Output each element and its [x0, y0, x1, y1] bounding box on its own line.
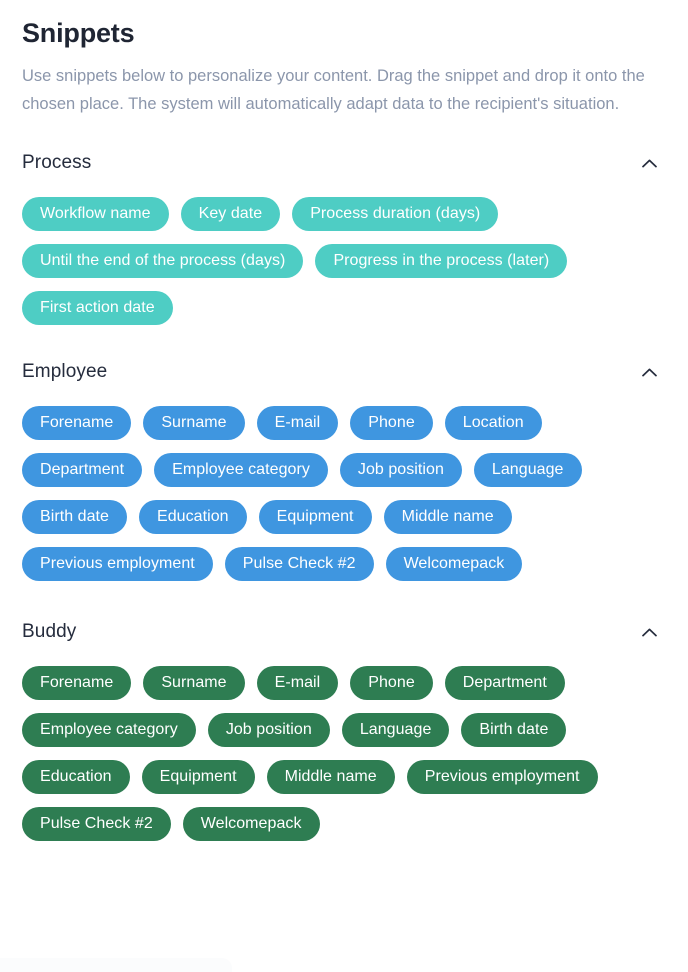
snippet-pill[interactable]: Language	[341, 713, 450, 747]
section-header-employee[interactable]: Employee	[22, 359, 666, 385]
snippet-pill[interactable]: Education	[22, 760, 130, 794]
snippet-pill[interactable]: Middle name	[266, 760, 395, 794]
snippet-list-employee: Forename Surname E-mail Phone Location D…	[22, 406, 666, 581]
snippet-section-process: Process Workflow name Key date Process d…	[22, 150, 666, 325]
snippet-section-buddy: Buddy Forename Surname E-mail Phone Depa…	[22, 619, 666, 841]
snippet-list-buddy: Forename Surname E-mail Phone Department…	[22, 666, 666, 841]
snippet-pill[interactable]: Middle name	[383, 500, 512, 534]
snippet-pill[interactable]: Education	[138, 500, 247, 534]
snippet-pill[interactable]: Phone	[350, 406, 433, 440]
snippet-pill[interactable]: Forename	[22, 406, 132, 440]
snippet-pill[interactable]: Pulse Check #2	[22, 807, 171, 841]
snippet-pill[interactable]: Birth date	[22, 500, 127, 534]
snippet-pill[interactable]: Equipment	[141, 760, 255, 794]
snippet-pill[interactable]: E-mail	[256, 406, 339, 440]
snippet-pill[interactable]: Key date	[180, 197, 281, 231]
snippet-pill[interactable]: E-mail	[256, 666, 339, 700]
bottom-panel-edge	[0, 958, 232, 972]
section-title-process: Process	[22, 152, 92, 173]
snippet-pill[interactable]: Job position	[207, 713, 330, 747]
snippet-pill[interactable]: Department	[444, 666, 565, 700]
snippet-pill[interactable]: Phone	[350, 666, 433, 700]
section-header-process[interactable]: Process	[22, 150, 666, 176]
snippet-pill[interactable]: Forename	[22, 666, 132, 700]
snippet-pill[interactable]: Progress in the process (later)	[315, 244, 568, 278]
snippet-pill[interactable]: Equipment	[258, 500, 372, 534]
snippet-pill[interactable]: Previous employment	[406, 760, 598, 794]
snippet-pill[interactable]: Surname	[143, 666, 245, 700]
snippet-pill[interactable]: Welcomepack	[385, 547, 523, 581]
snippet-pill[interactable]: Process duration (days)	[292, 197, 499, 231]
snippet-pill[interactable]: Until the end of the process (days)	[22, 244, 304, 278]
snippet-pill[interactable]: Previous employment	[22, 547, 213, 581]
snippets-panel: Snippets Use snippets below to personali…	[0, 0, 688, 972]
snippet-pill[interactable]: Birth date	[461, 713, 567, 747]
snippet-pill[interactable]: Workflow name	[22, 197, 169, 231]
snippet-pill[interactable]: Welcomepack	[182, 807, 320, 841]
snippet-list-process: Workflow name Key date Process duration …	[22, 197, 666, 325]
section-header-buddy[interactable]: Buddy	[22, 619, 666, 645]
snippet-pill[interactable]: First action date	[22, 291, 173, 325]
snippet-pill[interactable]: Location	[444, 406, 542, 440]
snippet-pill[interactable]: Department	[22, 453, 143, 487]
snippet-pill[interactable]: Employee category	[22, 713, 196, 747]
snippet-pill[interactable]: Employee category	[154, 453, 328, 487]
chevron-up-icon[interactable]	[638, 361, 660, 383]
snippet-section-employee: Employee Forename Surname E-mail Phone L…	[22, 359, 666, 581]
snippet-pill[interactable]: Language	[473, 453, 582, 487]
snippet-pill[interactable]: Surname	[143, 406, 245, 440]
chevron-up-icon[interactable]	[638, 621, 660, 643]
page-description: Use snippets below to personalize your c…	[22, 67, 645, 113]
section-title-buddy: Buddy	[22, 621, 77, 642]
snippet-pill[interactable]: Job position	[339, 453, 462, 487]
chevron-up-icon[interactable]	[638, 152, 660, 174]
section-title-employee: Employee	[22, 361, 108, 382]
snippet-pill[interactable]: Pulse Check #2	[224, 547, 374, 581]
page-title: Snippets	[22, 18, 135, 48]
